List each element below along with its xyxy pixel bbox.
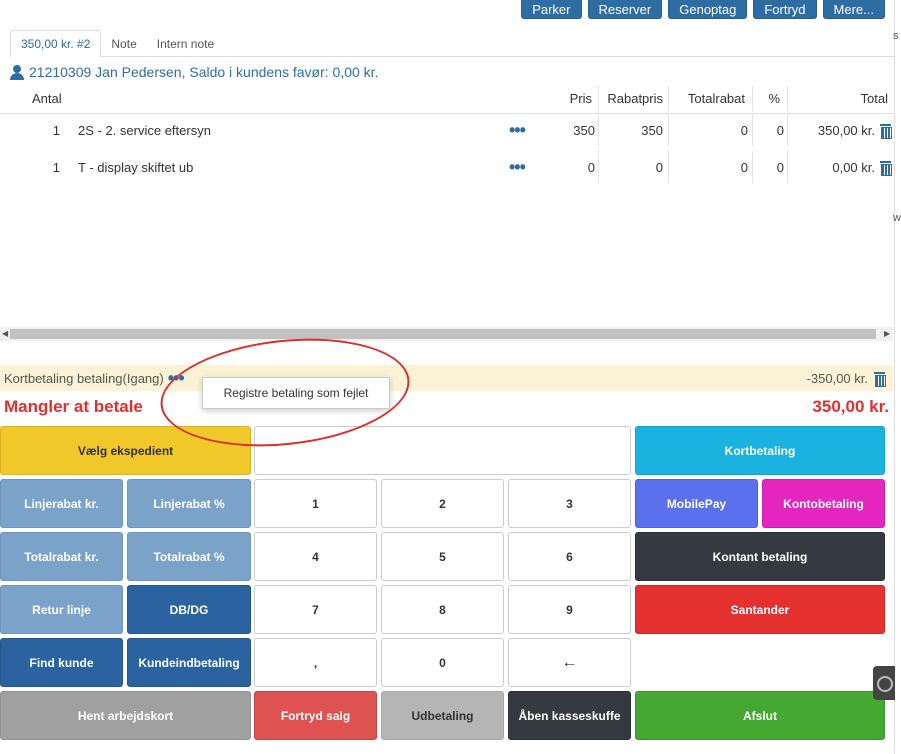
payment-amount: -350,00 kr. [806, 370, 868, 386]
header-rabatpris: Rabatpris [607, 91, 663, 106]
trash-icon[interactable] [880, 160, 892, 176]
table-header: Antal Pris Rabatpris Totalrabat % Total [0, 84, 893, 114]
row-pct[interactable]: 0 [754, 149, 784, 185]
side-widget-icon[interactable] [873, 666, 895, 700]
row-more-icon[interactable]: ••• [509, 149, 526, 185]
payment-label: Kortbetaling betaling(Igang) [4, 370, 164, 386]
key-0[interactable]: 0 [381, 638, 504, 687]
row-rabatpris[interactable]: 0 [600, 149, 663, 185]
reserver-button[interactable]: Reserver [587, 0, 663, 19]
row-total: 0,00 kr. [832, 159, 875, 175]
tab-intern-note[interactable]: Intern note [147, 30, 224, 57]
mobilepay-button[interactable]: MobilePay [635, 479, 758, 528]
hent-arbejdskort-button[interactable]: Hent arbejdskort [0, 691, 251, 740]
key-1[interactable]: 1 [254, 479, 377, 528]
parker-button[interactable]: Parker [521, 0, 582, 19]
scroll-left-icon[interactable]: ◀ [2, 329, 8, 338]
kontobetaling-button[interactable]: Kontobetaling [762, 479, 885, 528]
table-row[interactable]: 1 2S - 2. service eftersyn ••• 350 350 0… [0, 112, 893, 148]
tab-sale[interactable]: 350,00 kr. #2 [10, 30, 102, 58]
row-antal: 1 [52, 122, 60, 138]
db-dg-button[interactable]: DB/DG [127, 585, 251, 634]
user-icon [10, 64, 24, 80]
trash-icon[interactable] [874, 371, 886, 387]
fortryd-salg-button[interactable]: Fortryd salg [254, 691, 377, 740]
key-4[interactable]: 4 [254, 532, 377, 581]
linjerabat-kr-button[interactable]: Linjerabat kr. [0, 479, 123, 528]
key-2[interactable]: 2 [381, 479, 504, 528]
row-more-icon[interactable]: ••• [509, 112, 526, 148]
kortbetaling-button[interactable]: Kortbetaling [635, 426, 885, 475]
customer-label: 21210309 Jan Pedersen, Saldo i kundens f… [29, 64, 379, 80]
kundeindbetaling-button[interactable]: Kundeindbetaling [127, 638, 251, 687]
header-pris: Pris [569, 91, 592, 106]
mere-button[interactable]: Mere... [822, 0, 885, 19]
due-amount: 350,00 kr. [812, 397, 889, 416]
row-name: 2S - 2. service eftersyn [78, 122, 211, 138]
payment-line: Kortbetaling betaling(Igang) ••• -350,00… [0, 365, 893, 391]
totalrabat-pct-button[interactable]: Totalrabat % [127, 532, 251, 581]
row-name: T - display skiftet ub [78, 159, 194, 175]
header-pct: % [768, 91, 780, 106]
santander-button[interactable]: Santander [635, 585, 885, 634]
kontant-betaling-button[interactable]: Kontant betaling [635, 532, 885, 581]
header-totalrabat: Totalrabat [687, 91, 745, 106]
row-pris[interactable]: 0 [540, 149, 595, 185]
row-totalrabat[interactable]: 0 [670, 112, 748, 148]
retur-linje-button[interactable]: Retur linje [0, 585, 123, 634]
tab-note[interactable]: Note [101, 30, 146, 57]
right-edge-panel [894, 0, 901, 754]
trash-icon[interactable] [880, 123, 892, 139]
row-pris[interactable]: 350 [540, 112, 595, 148]
row-totalrabat[interactable]: 0 [670, 149, 748, 185]
linjerabat-pct-button[interactable]: Linjerabat % [127, 479, 251, 528]
due-label: Mangler at betale [4, 397, 143, 416]
key-6[interactable]: 6 [508, 532, 631, 581]
key-7[interactable]: 7 [254, 585, 377, 634]
aaben-kasseskuffe-button[interactable]: Åben kasseskuffe [508, 691, 631, 740]
customer-info[interactable]: 21210309 Jan Pedersen, Saldo i kundens f… [10, 64, 378, 80]
key-5[interactable]: 5 [381, 532, 504, 581]
backspace-icon[interactable]: ← [508, 638, 631, 687]
top-toolbar: Parker Reserver Genoptag Fortryd Mere... [521, 0, 885, 19]
totalrabat-kr-button[interactable]: Totalrabat kr. [0, 532, 123, 581]
scroll-right-icon[interactable]: ▶ [884, 329, 890, 338]
genoptag-button[interactable]: Genoptag [668, 0, 748, 19]
scrollbar-thumb[interactable] [10, 329, 876, 339]
header-antal: Antal [32, 91, 62, 106]
row-rabatpris[interactable]: 350 [600, 112, 663, 148]
key-8[interactable]: 8 [381, 585, 504, 634]
fortryd-button[interactable]: Fortryd [753, 0, 817, 19]
header-total: Total [860, 91, 888, 106]
sale-tabs: 350,00 kr. #2 Note Intern note [10, 30, 894, 58]
udbetaling-button[interactable]: Udbetaling [381, 691, 504, 740]
row-antal: 1 [52, 159, 60, 175]
afslut-button[interactable]: Afslut [635, 691, 885, 740]
key-comma[interactable]: , [254, 638, 377, 687]
edge-char: w [893, 212, 901, 224]
row-pct[interactable]: 0 [754, 112, 784, 148]
key-3[interactable]: 3 [508, 479, 631, 528]
key-9[interactable]: 9 [508, 585, 631, 634]
find-kunde-button[interactable]: Find kunde [0, 638, 123, 687]
row-total: 350,00 kr. [817, 122, 875, 138]
table-row[interactable]: 1 T - display skiftet ub ••• 0 0 0 0 0,0… [0, 149, 893, 185]
